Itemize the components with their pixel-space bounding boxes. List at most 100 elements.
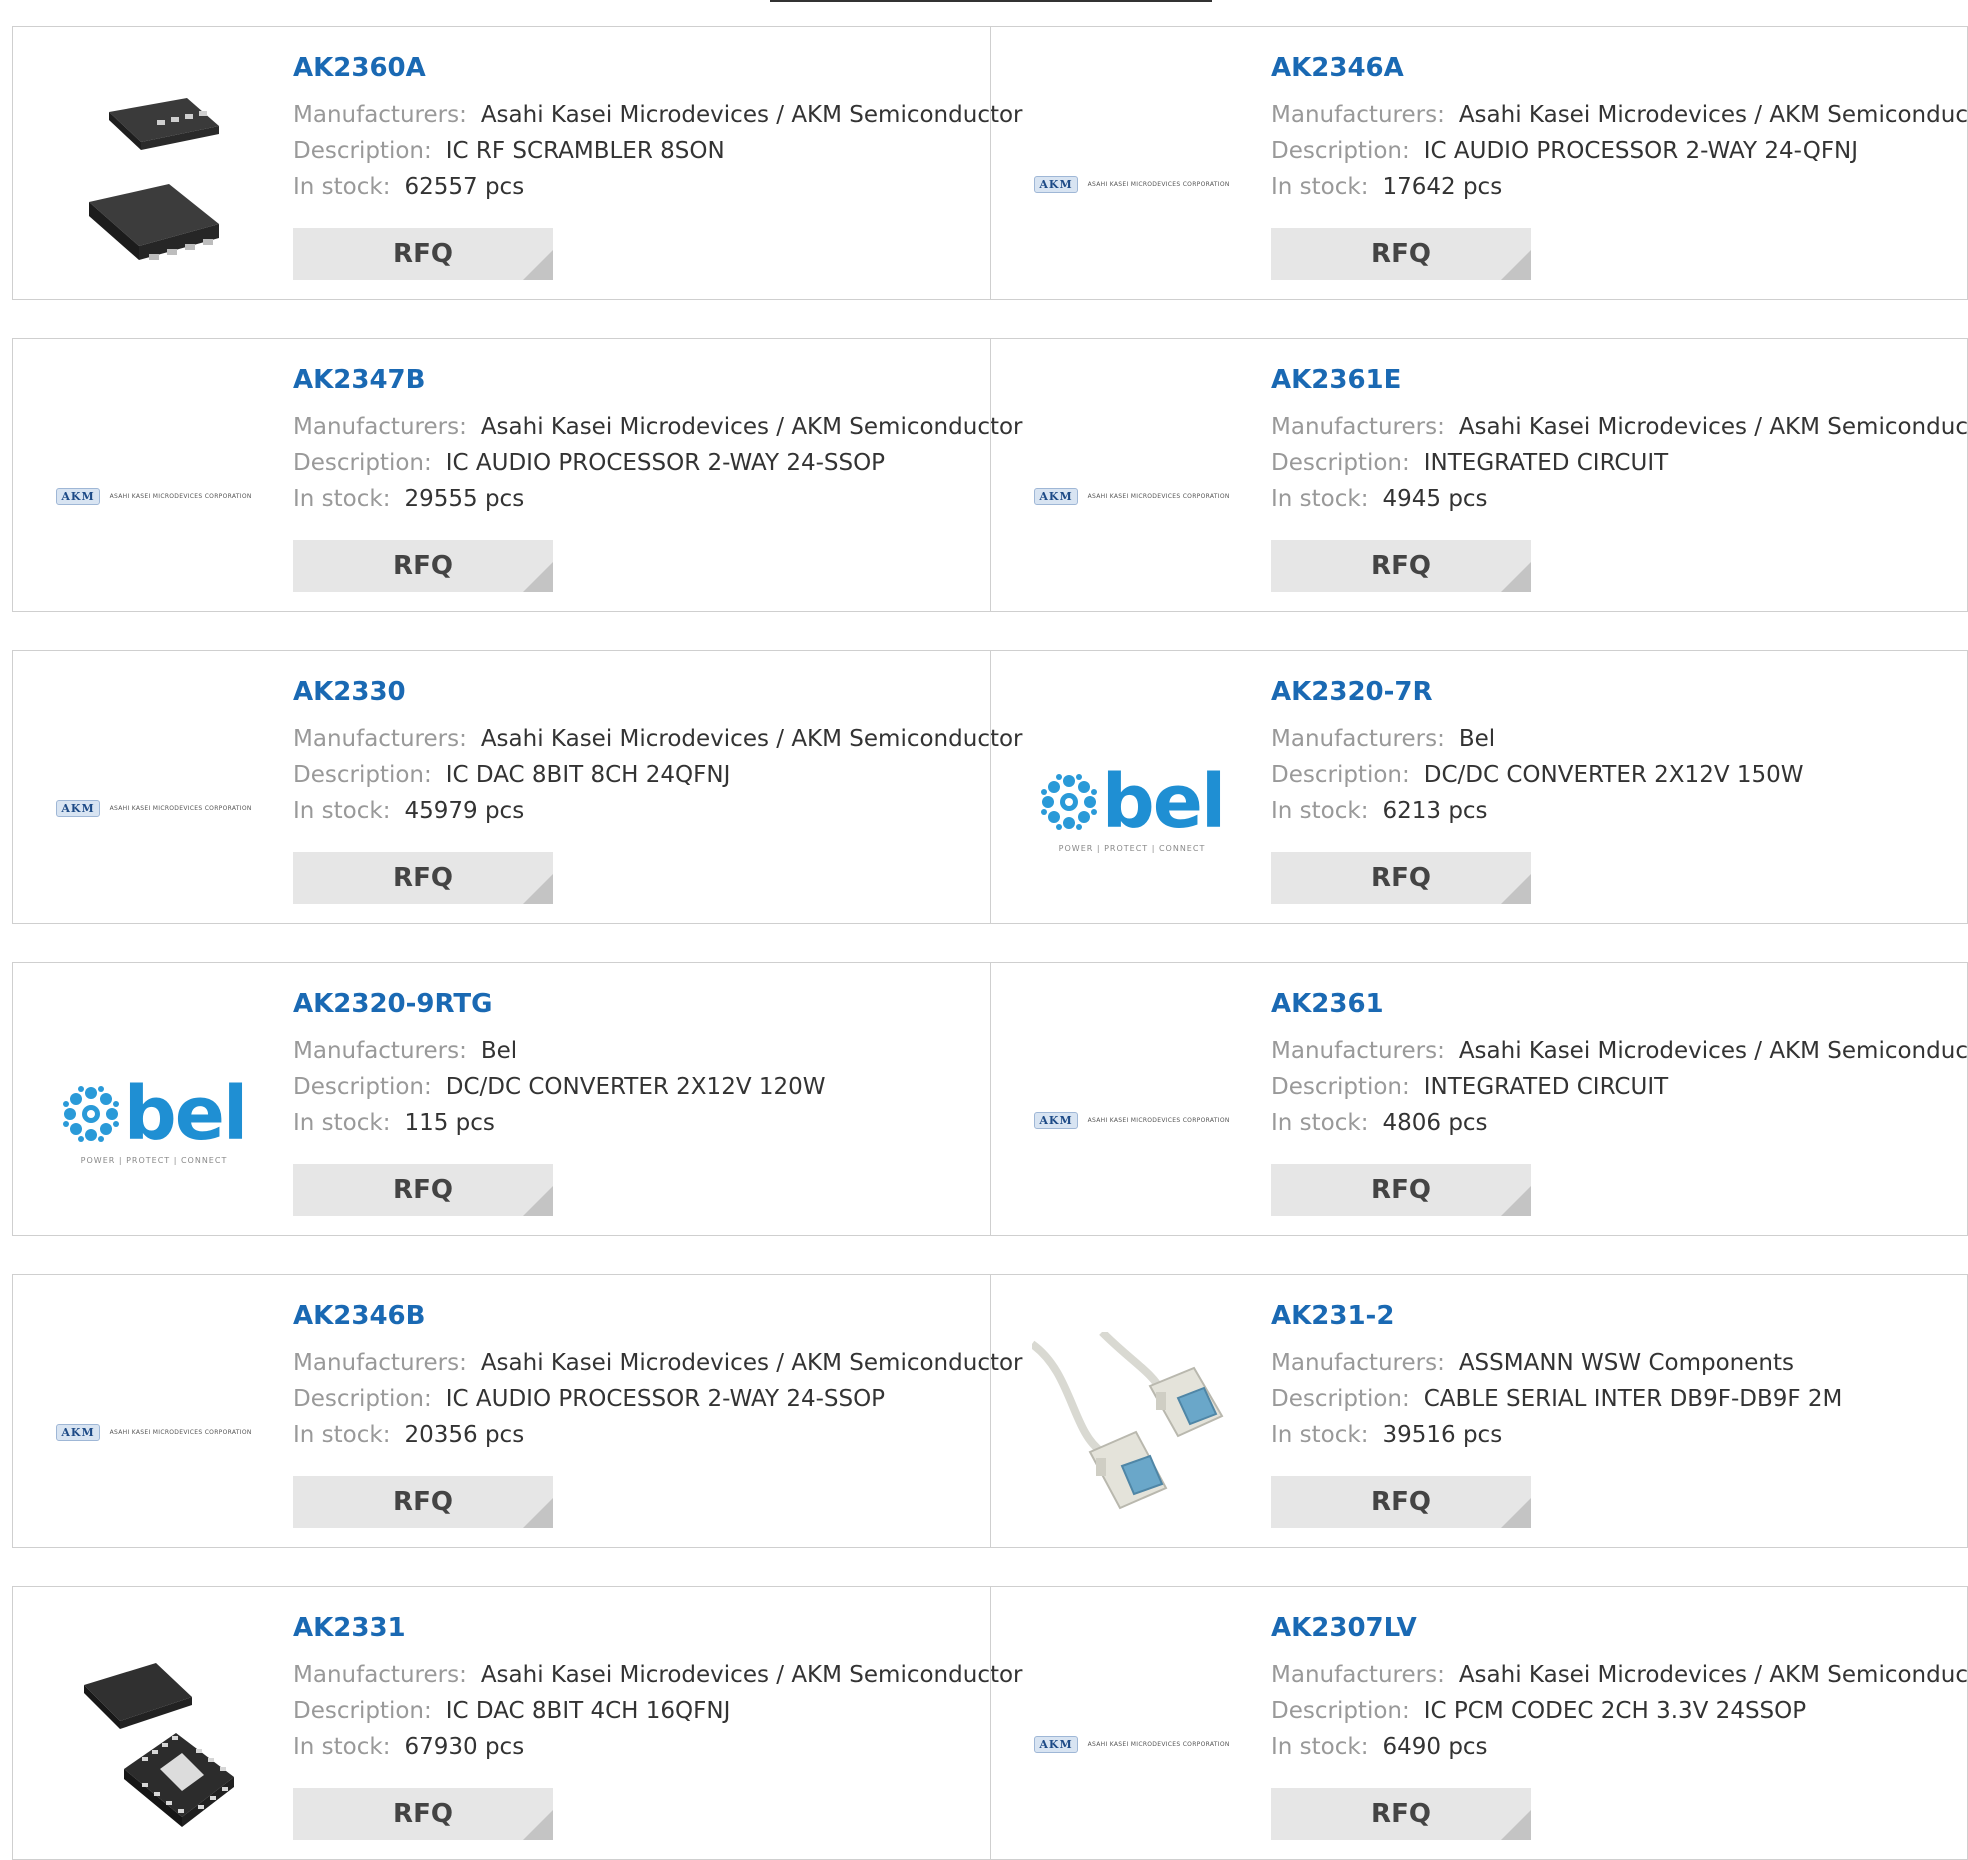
description-label: Description: [293, 1698, 432, 1724]
description-label: Description: [1271, 762, 1410, 788]
stock-label: In stock: [1271, 486, 1369, 512]
stock-label: In stock: [1271, 1110, 1369, 1136]
product-thumbnail[interactable]: AKM ASAHI KASEI MICRODEVICES CORPORATION [53, 707, 255, 909]
bel-logo-tagline: POWER | PROTECT | CONNECT [1058, 843, 1206, 853]
product-thumbnail[interactable] [53, 1643, 255, 1845]
rfq-button[interactable]: RFQ [293, 1476, 553, 1528]
description-label: Description: [293, 138, 432, 164]
stock-line: In stock: 6213 pcs [1271, 793, 1961, 829]
stock-line: In stock: 20356 pcs [293, 1417, 982, 1453]
description-label: Description: [293, 762, 432, 788]
rfq-button[interactable]: RFQ [1271, 1476, 1531, 1528]
manufacturer-value: Asahi Kasei Microdevices / AKM Semicondu… [1458, 1038, 1968, 1064]
stock-line: In stock: 115 pcs [293, 1105, 982, 1141]
manufacturer-label: Manufacturers: [293, 414, 467, 440]
product-thumbnail[interactable]: AKM ASAHI KASEI MICRODEVICES CORPORATION [53, 1331, 255, 1533]
product-thumbnail[interactable]: AKM ASAHI KASEI MICRODEVICES CORPORATION [1031, 83, 1233, 285]
akm-logo-text: ASAHI KASEI MICRODEVICES CORPORATION [1087, 1116, 1230, 1124]
product-name-link[interactable]: AK2360A [293, 53, 982, 87]
stock-label: In stock: [293, 1110, 391, 1136]
stock-label: In stock: [293, 486, 391, 512]
stock-line: In stock: 6490 pcs [1271, 1729, 1961, 1765]
product-info: AK2361 Manufacturers: Asahi Kasei Microde… [1271, 989, 1968, 1141]
rfq-button[interactable]: RFQ [293, 1164, 553, 1216]
rfq-button[interactable]: RFQ [1271, 1164, 1531, 1216]
rfq-button[interactable]: RFQ [1271, 540, 1531, 592]
stock-line: In stock: 45979 pcs [293, 793, 982, 829]
description-line: Description: CABLE SERIAL INTER DB9F-DB9F… [1271, 1381, 1961, 1417]
product-name-link[interactable]: AK2320-7R [1271, 677, 1961, 711]
rfq-button-label: RFQ [393, 1487, 453, 1517]
description-line: Description: IC AUDIO PROCESSOR 2-WAY 24-… [293, 1381, 982, 1417]
rfq-button[interactable]: RFQ [1271, 1788, 1531, 1840]
product-thumbnail[interactable] [1031, 1331, 1233, 1533]
rfq-button-label: RFQ [393, 239, 453, 269]
product-name-link[interactable]: AK2331 [293, 1613, 982, 1647]
akm-logo-text: ASAHI KASEI MICRODEVICES CORPORATION [1087, 1740, 1230, 1748]
manufacturer-label: Manufacturers: [293, 1038, 467, 1064]
manufacturer-line: Manufacturers: Asahi Kasei Microdevices /… [293, 721, 1023, 757]
manufacturer-value: Asahi Kasei Microdevices / AKM Semicondu… [1458, 414, 1968, 440]
product-name-link[interactable]: AK2307LV [1271, 1613, 1961, 1647]
description-label: Description: [1271, 450, 1410, 476]
manufacturer-value: ASSMANN WSW Components [1458, 1350, 1794, 1376]
description-line: Description: IC AUDIO PROCESSOR 2-WAY 24-… [293, 445, 982, 481]
product-card: AK2331 Manufacturers: Asahi Kasei Microde… [13, 1587, 1023, 1859]
description-value: IC DAC 8BIT 4CH 16QFNJ [445, 1698, 731, 1724]
stock-value: 4806 pcs [1382, 1110, 1488, 1136]
stock-value: 45979 pcs [404, 798, 525, 824]
stock-value: 6213 pcs [1382, 798, 1488, 824]
product-name-link[interactable]: AK2361 [1271, 989, 1961, 1023]
description-label: Description: [293, 1074, 432, 1100]
stock-line: In stock: 4806 pcs [1271, 1105, 1961, 1141]
akm-logo: AKM ASAHI KASEI MICRODEVICES CORPORATION [56, 487, 251, 505]
stock-value: 6490 pcs [1382, 1734, 1488, 1760]
product-thumbnail[interactable]: bel POWER | PROTECT | CONNECT [53, 1019, 255, 1221]
corner-triangle-icon [523, 1186, 553, 1216]
akm-logo-mark: AKM [1034, 487, 1078, 505]
description-label: Description: [1271, 138, 1410, 164]
product-name-link[interactable]: AK2320-9RTG [293, 989, 982, 1023]
rfq-button[interactable]: RFQ [1271, 228, 1531, 280]
product-name-link[interactable]: AK231-2 [1271, 1301, 1961, 1335]
product-info: AK2320-9RTG Manufacturers: Bel Descriptio… [293, 989, 982, 1141]
rfq-button-label: RFQ [393, 1799, 453, 1829]
product-info: AK2320-7R Manufacturers: Bel Description:… [1271, 677, 1961, 829]
description-value: INTEGRATED CIRCUIT [1423, 1074, 1669, 1100]
stock-label: In stock: [1271, 1734, 1369, 1760]
product-thumbnail[interactable]: AKM ASAHI KASEI MICRODEVICES CORPORATION [1031, 1019, 1233, 1221]
product-thumbnail[interactable]: AKM ASAHI KASEI MICRODEVICES CORPORATION [1031, 395, 1233, 597]
corner-triangle-icon [523, 1810, 553, 1840]
stock-label: In stock: [1271, 1422, 1369, 1448]
corner-triangle-icon [1501, 1498, 1531, 1528]
manufacturer-line: Manufacturers: Bel [1271, 721, 1961, 757]
bel-logo-word: bel [1101, 758, 1227, 845]
product-name-link[interactable]: AK2361E [1271, 365, 1961, 399]
product-name-link[interactable]: AK2330 [293, 677, 982, 711]
product-card: bel POWER | PROTECT | CONNECT AK2320-9RT… [13, 963, 990, 1235]
bel-logo: bel POWER | PROTECT | CONNECT [62, 1076, 248, 1165]
product-name-link[interactable]: AK2346A [1271, 53, 1961, 87]
description-line: Description: IC RF SCRAMBLER 8SON [293, 133, 982, 169]
product-name-link[interactable]: AK2347B [293, 365, 982, 399]
product-thumbnail[interactable]: bel POWER | PROTECT | CONNECT [1031, 707, 1233, 909]
product-thumbnail[interactable] [53, 83, 255, 285]
rfq-button[interactable]: RFQ [293, 852, 553, 904]
stock-label: In stock: [293, 798, 391, 824]
product-thumbnail[interactable]: AKM ASAHI KASEI MICRODEVICES CORPORATION [1031, 1643, 1233, 1845]
manufacturer-label: Manufacturers: [1271, 726, 1445, 752]
rfq-button[interactable]: RFQ [293, 540, 553, 592]
product-card: AK2360A Manufacturers: Asahi Kasei Microd… [13, 27, 1023, 299]
rfq-button[interactable]: RFQ [1271, 852, 1531, 904]
akm-logo: AKM ASAHI KASEI MICRODEVICES CORPORATION [56, 1423, 251, 1441]
rfq-button[interactable]: RFQ [293, 1788, 553, 1840]
manufacturer-value: Bel [1458, 726, 1496, 752]
description-label: Description: [1271, 1698, 1410, 1724]
product-thumbnail[interactable]: AKM ASAHI KASEI MICRODEVICES CORPORATION [53, 395, 255, 597]
stock-label: In stock: [293, 1734, 391, 1760]
akm-logo-text: ASAHI KASEI MICRODEVICES CORPORATION [1087, 492, 1230, 500]
rfq-button[interactable]: RFQ [293, 228, 553, 280]
manufacturer-value: Asahi Kasei Microdevices / AKM Semicondu… [1458, 102, 1968, 128]
product-name-link[interactable]: AK2346B [293, 1301, 982, 1335]
product-row: AK2331 Manufacturers: Asahi Kasei Microde… [12, 1586, 1968, 1860]
